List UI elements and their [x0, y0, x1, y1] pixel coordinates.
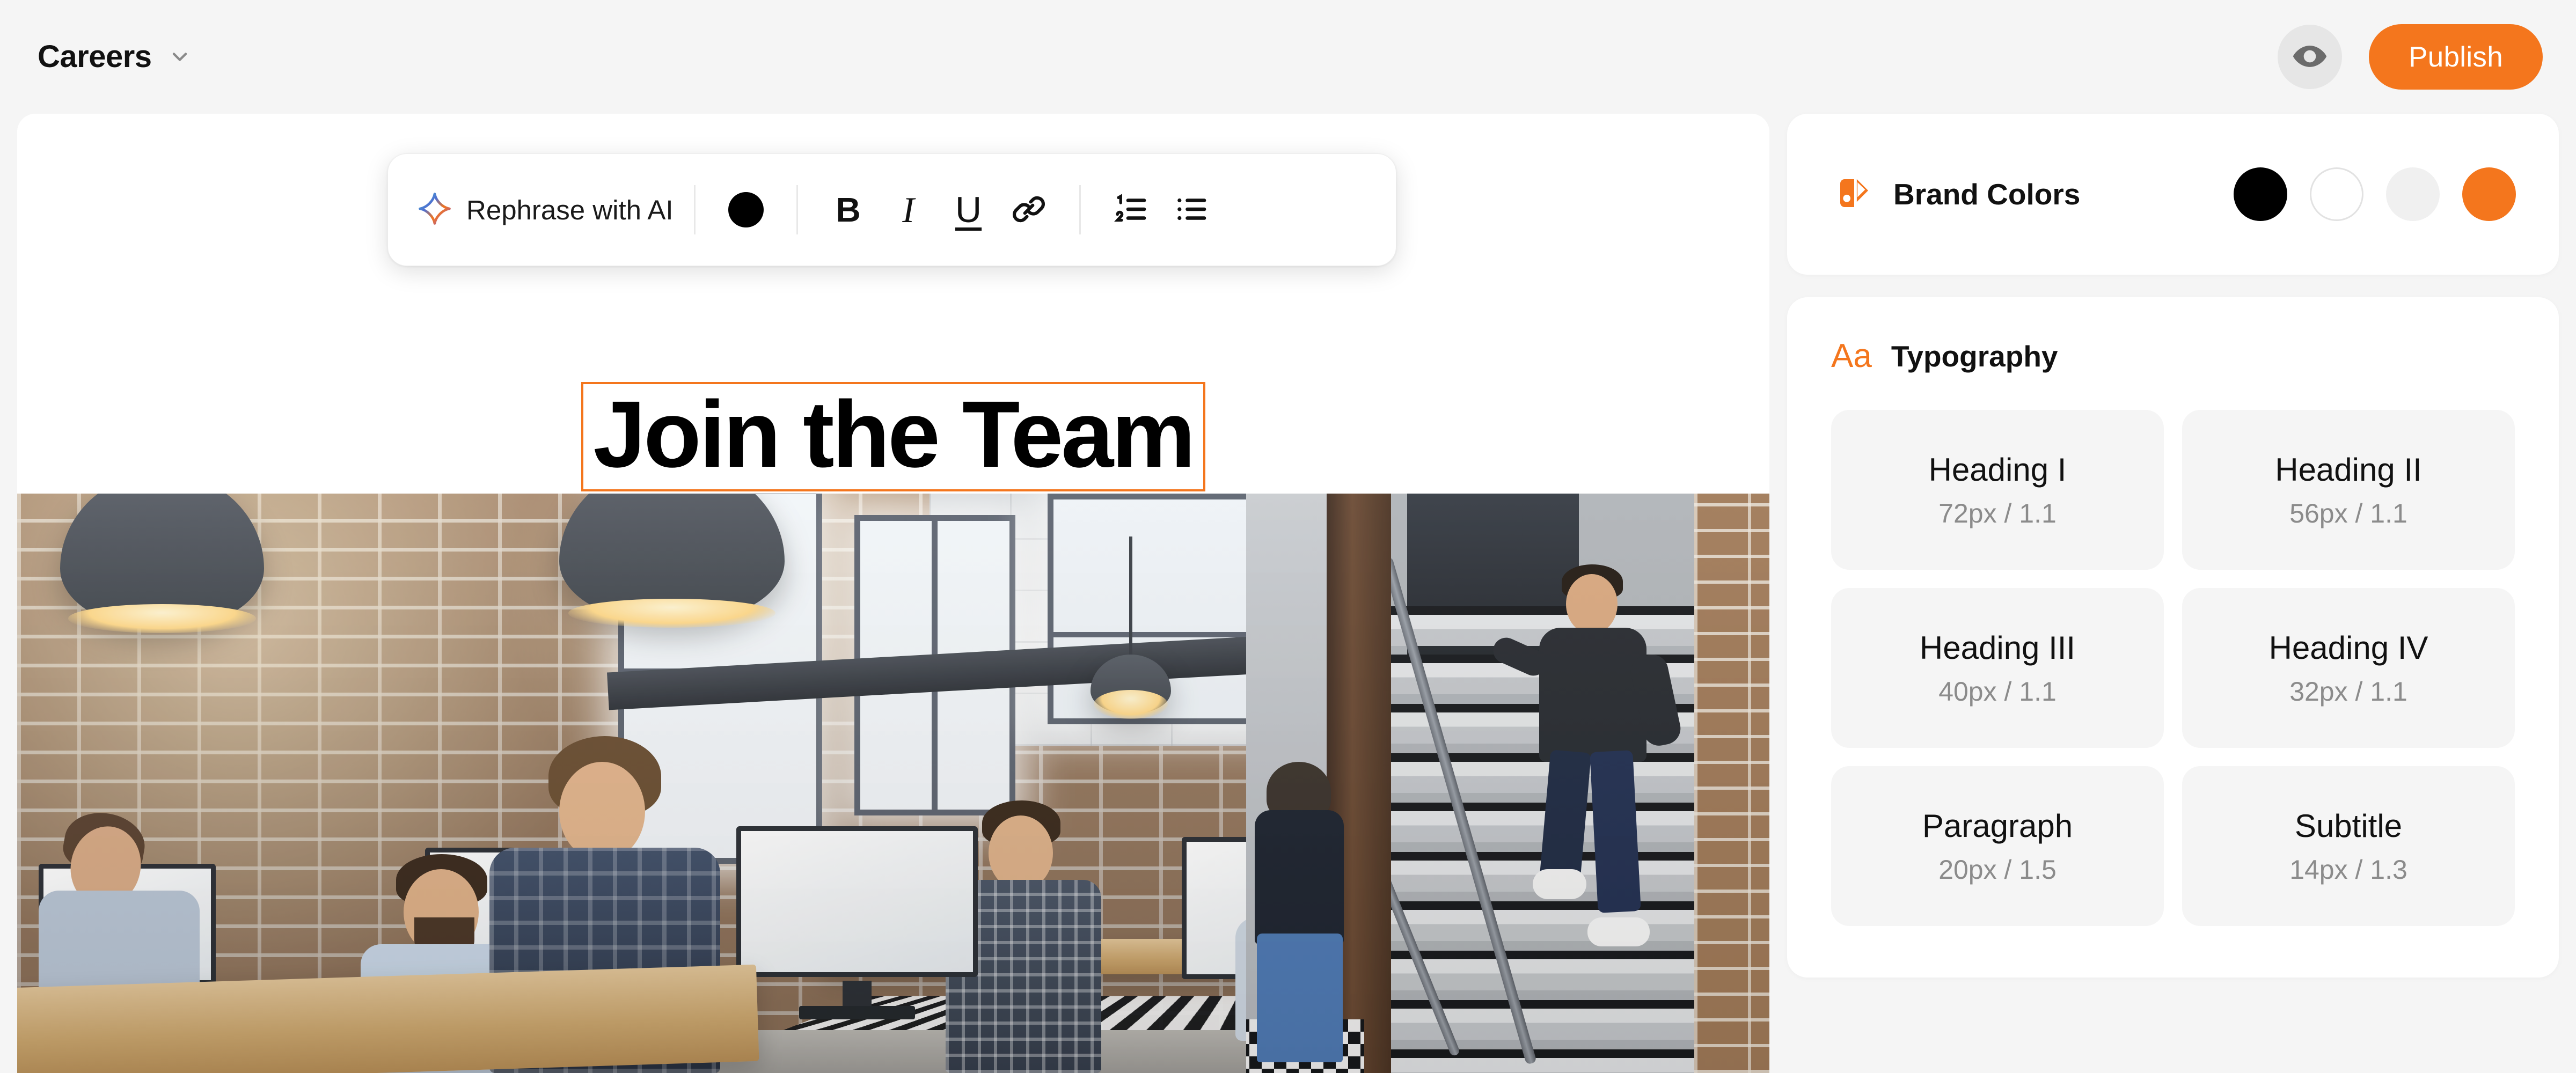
typography-style-subtitle[interactable]: Subtitle 14px / 1.3: [2182, 766, 2515, 926]
app-root: Careers Publish Rephrase with AI B I U J…: [0, 0, 2576, 1073]
brand-colors-title: Brand Colors: [1893, 178, 2081, 211]
brand-swatch-list: [2234, 167, 2516, 221]
italic-button[interactable]: I: [879, 180, 939, 240]
sparkle-icon: [417, 191, 452, 229]
person: [1533, 869, 1586, 899]
person: [989, 815, 1053, 891]
person: [559, 762, 645, 861]
canvas-header-section: Rephrase with AI B I U Join the Team: [17, 114, 1769, 494]
typography-panel: Aa Typography Heading I 72px / 1.1 Headi…: [1787, 297, 2559, 978]
page-canvas[interactable]: Rephrase with AI B I U Join the Team: [17, 114, 1769, 1073]
preview-button[interactable]: [2278, 25, 2343, 89]
typography-style-name: Heading IV: [2268, 629, 2428, 666]
underline-button[interactable]: U: [939, 180, 999, 240]
ordered-list-button[interactable]: [1101, 180, 1161, 240]
link-icon: [1010, 190, 1048, 230]
typography-style-grid: Heading I 72px / 1.1 Heading II 56px / 1…: [1831, 410, 2515, 926]
toolbar-divider: [796, 185, 798, 234]
person: [1566, 574, 1618, 634]
typography-style-spec: 20px / 1.5: [1938, 854, 2057, 885]
typography-aa-icon: Aa: [1831, 337, 1872, 374]
typography-style-name: Heading I: [1928, 451, 2067, 488]
typography-style-name: Subtitle: [2294, 807, 2403, 844]
hero-title-text[interactable]: Join the Team: [581, 382, 1205, 491]
person: [1539, 628, 1646, 762]
typography-title: Typography: [1891, 340, 2058, 373]
typography-style-paragraph[interactable]: Paragraph 20px / 1.5: [1831, 766, 2164, 926]
toolbar-divider: [1079, 185, 1081, 234]
brick-wall: [1694, 494, 1769, 1073]
monitor: [736, 826, 978, 1019]
person: [1255, 810, 1344, 944]
brand-swatch-black[interactable]: [2234, 167, 2287, 221]
underline-icon: U: [955, 189, 982, 230]
person: [1590, 750, 1641, 913]
insert-link-button[interactable]: [999, 180, 1059, 240]
hero-title-container: Join the Team: [17, 382, 1769, 491]
office-scene-illustration: [17, 494, 1769, 1073]
typography-style-heading-1[interactable]: Heading I 72px / 1.1: [1831, 410, 2164, 570]
pendant-lamp: [559, 494, 785, 628]
color-swatch-icon: [728, 192, 764, 227]
brand-swatch-light-gray[interactable]: [2386, 167, 2440, 221]
ordered-list-icon: [1112, 190, 1151, 230]
pendant-lamp: [60, 494, 264, 633]
palette-icon: [1833, 172, 1875, 217]
top-bar: Careers Publish: [0, 0, 2576, 114]
typography-style-spec: 40px / 1.1: [1938, 676, 2057, 707]
brand-swatch-orange[interactable]: [2462, 167, 2516, 221]
typography-style-spec: 14px / 1.3: [2289, 854, 2407, 885]
toolbar-divider: [693, 185, 696, 234]
italic-icon: I: [902, 189, 914, 230]
rephrase-with-ai-button[interactable]: Rephrase with AI: [417, 191, 674, 229]
bulleted-list-button[interactable]: [1161, 180, 1221, 240]
top-bar-actions: Publish: [2278, 24, 2543, 90]
typography-style-name: Heading III: [1919, 629, 2076, 666]
chevron-down-icon[interactable]: [168, 45, 192, 69]
typography-style-spec: 56px / 1.1: [2289, 498, 2407, 528]
typography-style-heading-3[interactable]: Heading III 40px / 1.1: [1831, 588, 2164, 748]
typography-style-spec: 32px / 1.1: [2289, 676, 2407, 707]
rephrase-with-ai-label: Rephrase with AI: [466, 194, 674, 225]
hero-image[interactable]: [17, 494, 1769, 1073]
brand-colors-panel: Brand Colors: [1787, 114, 2559, 275]
page-title: Careers: [38, 39, 152, 74]
stairwell: [1246, 494, 1769, 1073]
eye-icon: [2292, 38, 2328, 76]
bold-button[interactable]: B: [818, 180, 879, 240]
text-color-button[interactable]: [716, 180, 776, 240]
page-selector[interactable]: Careers: [38, 41, 192, 72]
publish-button[interactable]: Publish: [2369, 24, 2543, 90]
bulleted-list-icon: [1172, 190, 1211, 230]
text-format-toolbar: Rephrase with AI B I U: [387, 153, 1396, 266]
typography-style-name: Paragraph: [1922, 807, 2073, 844]
bold-icon: B: [836, 190, 861, 229]
brand-colors-header: Brand Colors: [1833, 172, 2080, 217]
right-sidebar: Brand Colors Aa Typography Heading I 72p…: [1787, 114, 2559, 978]
typography-style-heading-2[interactable]: Heading II 56px / 1.1: [2182, 410, 2515, 570]
brand-swatch-white[interactable]: [2310, 167, 2363, 221]
typography-style-heading-4[interactable]: Heading IV 32px / 1.1: [2182, 588, 2515, 748]
typography-style-spec: 72px / 1.1: [1938, 498, 2057, 528]
typography-header: Aa Typography: [1831, 339, 2515, 373]
typography-style-name: Heading II: [2275, 451, 2422, 488]
pendant-lamp: [1091, 536, 1171, 719]
person: [1587, 917, 1650, 946]
person: [1257, 934, 1343, 1062]
